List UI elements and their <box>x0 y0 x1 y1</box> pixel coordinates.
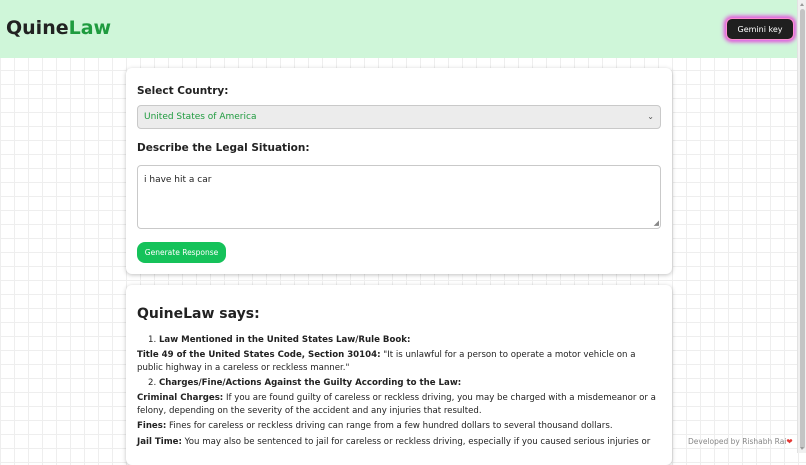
gemini-key-button[interactable]: Gemini key <box>726 18 794 40</box>
list-item-1: 1. Law Mentioned in the United States La… <box>148 334 648 347</box>
query-form-card: Select Country: United States of America… <box>126 68 672 274</box>
situation-label: Describe the Legal Situation: <box>137 142 310 154</box>
scrollbar-thumb[interactable] <box>800 9 805 449</box>
list-number: 2. <box>148 378 157 388</box>
chevron-down-icon: ⌄ <box>647 112 654 121</box>
situation-text: i have hit a car <box>144 175 212 185</box>
resize-handle-icon[interactable]: ◢ <box>654 219 659 227</box>
footer-text: Developed by Rishabh Rai <box>688 437 787 446</box>
page-scrollbar[interactable] <box>797 0 806 453</box>
jail-text: You may also be sentenced to jail for ca… <box>181 437 651 447</box>
country-label: Select Country: <box>137 85 229 97</box>
generate-response-button[interactable]: Generate Response <box>137 242 226 263</box>
country-select[interactable]: United States of America ⌄ <box>137 105 661 129</box>
logo-text-quine: Quine <box>6 17 69 39</box>
fines-bold: Fines: <box>137 421 167 431</box>
title49-bold: Title 49 of the United States Code, Sect… <box>137 350 381 360</box>
situation-textarea[interactable]: i have hit a car ◢ <box>137 165 661 229</box>
paragraph-fines: Fines: Fines for careless or reckless dr… <box>137 420 657 433</box>
list-heading: Law Mentioned in the United States Law/R… <box>158 335 411 345</box>
logo-text-law: Law <box>68 17 112 39</box>
result-title: QuineLaw says: <box>137 306 260 322</box>
jail-bold: Jail Time: <box>137 437 182 447</box>
list-item-2: 2. Charges/Fine/Actions Against the Guil… <box>148 377 648 390</box>
app-header: QuineLaw Gemini key <box>0 0 797 58</box>
country-select-value: United States of America <box>144 112 257 122</box>
criminal-bold: Criminal Charges: <box>137 393 224 403</box>
scroll-up-icon[interactable] <box>800 3 804 6</box>
footer-credit: Developed by Rishabh Rai❤ <box>688 437 793 446</box>
paragraph-criminal: Criminal Charges: If you are found guilt… <box>137 392 657 417</box>
paragraph-title49: Title 49 of the United States Code, Sect… <box>137 349 657 374</box>
result-card: QuineLaw says: 1. Law Mentioned in the U… <box>126 285 672 465</box>
fines-text: Fines for careless or reckless driving c… <box>166 421 613 431</box>
paragraph-jail: Jail Time: You may also be sentenced to … <box>137 436 657 449</box>
heart-icon: ❤ <box>786 437 793 446</box>
app-logo[interactable]: QuineLaw <box>6 17 111 39</box>
list-heading: Charges/Fine/Actions Against the Guilty … <box>158 378 462 388</box>
list-number: 1. <box>148 335 157 345</box>
scroll-down-icon[interactable] <box>800 447 804 450</box>
